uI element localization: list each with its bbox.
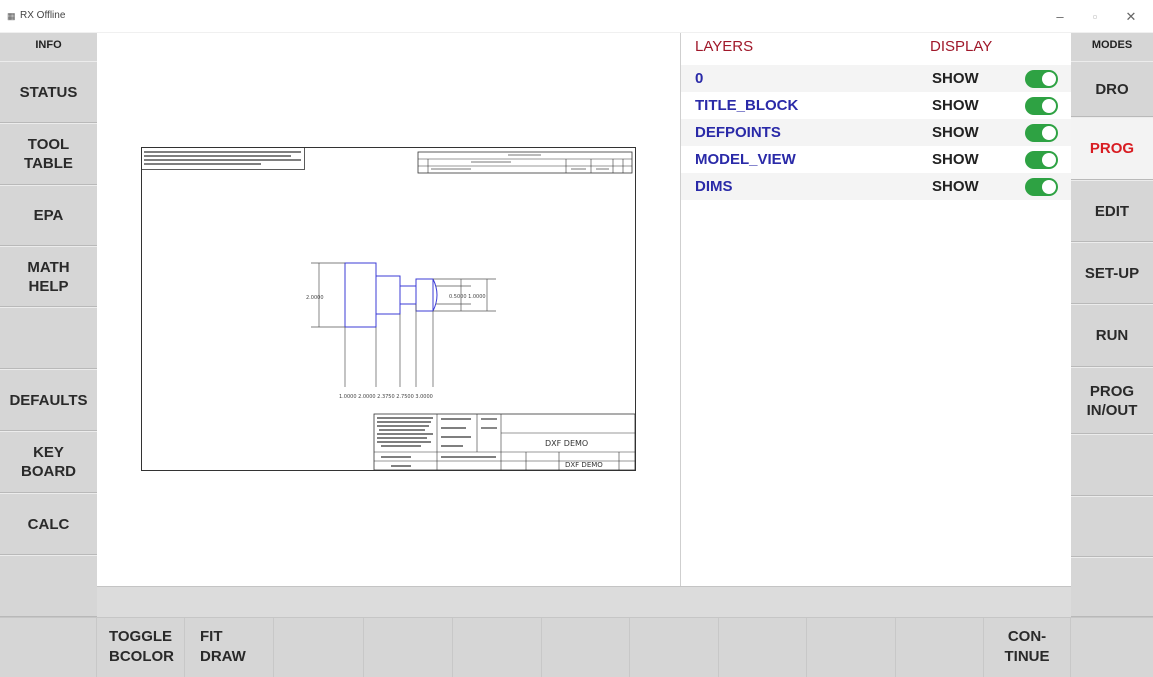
blank-left-button-1[interactable] [0, 307, 97, 369]
softkey-blank-8[interactable] [807, 618, 896, 677]
app-icon: ▦ [7, 11, 16, 21]
softkey-blank-4[interactable] [453, 618, 542, 677]
layer-name: TITLE_BLOCK [695, 97, 799, 114]
softkey-blank-3[interactable] [364, 618, 453, 677]
keyboard-button[interactable]: KEY BOARD [0, 431, 97, 493]
minimize-button[interactable]: – [1045, 8, 1075, 26]
info-column: INFO STATUS TOOL TABLE EPA MATH HELP DEF… [0, 33, 97, 677]
softkey-blank-10[interactable] [1071, 618, 1153, 677]
layer-visibility-toggle[interactable] [1025, 124, 1058, 142]
toggle-knob [1042, 99, 1056, 113]
info-header: INFO [35, 39, 62, 51]
math-help-button[interactable]: MATH HELP [0, 246, 97, 307]
layer-display-label: SHOW [932, 178, 979, 195]
toggle-knob [1042, 153, 1056, 167]
layer-visibility-toggle[interactable] [1025, 70, 1058, 88]
maximize-button[interactable]: ▫ [1080, 8, 1110, 26]
toggle-knob [1042, 126, 1056, 140]
layer-visibility-toggle[interactable] [1025, 151, 1058, 169]
title-bar: ▦ RX Offline – ▫ ✕ [0, 0, 1153, 33]
set-up-button[interactable]: SET-UP [1071, 242, 1153, 304]
dim-vertical-left: 2.0000 [306, 295, 324, 301]
rx-offline-window: ▦ RX Offline – ▫ ✕ INFO STATUS TOOL TABL… [0, 0, 1153, 677]
dim-bottom: 1.0000 2.0000 2.3750 2.7500 3.0000 [339, 394, 433, 400]
toggle-bcolor-button[interactable]: TOGGLE BCOLOR [97, 618, 185, 677]
layer-name: DEFPOINTS [695, 124, 781, 141]
dro-button[interactable]: DRO [1071, 61, 1153, 117]
layer-visibility-toggle[interactable] [1025, 97, 1058, 115]
status-button[interactable]: STATUS [0, 61, 97, 123]
blank-left-button-2[interactable] [0, 555, 97, 617]
continue-button[interactable]: CON- TINUE [984, 618, 1071, 677]
layer-row: MODEL_VIEW SHOW [681, 146, 1072, 173]
blank-right-button-3[interactable] [1071, 557, 1153, 617]
blank-right-button-2[interactable] [1071, 496, 1153, 557]
softkey-blank-1[interactable] [0, 618, 97, 677]
defaults-button[interactable]: DEFAULTS [0, 369, 97, 431]
softkey-blank-9[interactable] [896, 618, 984, 677]
modes-column: MODES DRO PROG EDIT SET-UP RUN PROG IN/O… [1071, 33, 1153, 677]
bottom-softkey-bar: TOGGLE BCOLOR FIT DRAW CON- TINUE [0, 617, 1153, 677]
softkey-blank-5[interactable] [542, 618, 630, 677]
layers-panel: LAYERS DISPLAY 0 SHOW TITLE_BLOCK SHOW D… [680, 33, 1072, 586]
toggle-knob [1042, 180, 1056, 194]
drawing-canvas[interactable]: 2.0000 0.5000 1.0000 1.0000 2.0000 2.375… [97, 33, 680, 586]
toggle-knob [1042, 72, 1056, 86]
layer-row: DEFPOINTS SHOW [681, 119, 1072, 146]
edit-button[interactable]: EDIT [1071, 180, 1153, 242]
blank-right-button-1[interactable] [1071, 434, 1153, 496]
window-title: RX Offline [20, 10, 66, 21]
layer-display-label: SHOW [932, 97, 979, 114]
prog-in-out-button[interactable]: PROG IN/OUT [1071, 367, 1153, 434]
close-button[interactable]: ✕ [1116, 8, 1146, 26]
epa-button[interactable]: EPA [0, 185, 97, 246]
dim-vertical-right: 0.5000 1.0000 [449, 294, 486, 300]
layer-name: DIMS [695, 178, 733, 195]
layer-display-label: SHOW [932, 70, 979, 87]
layer-row: TITLE_BLOCK SHOW [681, 92, 1072, 119]
display-header: DISPLAY [930, 38, 993, 55]
calc-button[interactable]: CALC [0, 493, 97, 555]
layer-visibility-toggle[interactable] [1025, 178, 1058, 196]
fit-draw-button[interactable]: FIT DRAW [185, 618, 274, 677]
layers-header: LAYERS [695, 38, 754, 55]
status-strip [97, 586, 1071, 617]
dxf-drawing: 2.0000 0.5000 1.0000 1.0000 2.0000 2.375… [141, 147, 636, 471]
drawing-number: DXF DEMO [565, 461, 603, 469]
layer-row: DIMS SHOW [681, 173, 1072, 200]
layer-display-label: SHOW [932, 151, 979, 168]
softkey-blank-2[interactable] [274, 618, 364, 677]
layer-display-label: SHOW [932, 124, 979, 141]
modes-header: MODES [1091, 39, 1133, 51]
title-block-name: DXF DEMO [545, 439, 588, 448]
tool-table-button[interactable]: TOOL TABLE [0, 123, 97, 185]
run-button[interactable]: RUN [1071, 304, 1153, 367]
layer-name: MODEL_VIEW [695, 151, 796, 168]
layer-name: 0 [695, 70, 704, 87]
softkey-blank-7[interactable] [719, 618, 807, 677]
prog-button[interactable]: PROG [1071, 117, 1153, 180]
softkey-blank-6[interactable] [630, 618, 719, 677]
layer-row: 0 SHOW [681, 65, 1072, 92]
